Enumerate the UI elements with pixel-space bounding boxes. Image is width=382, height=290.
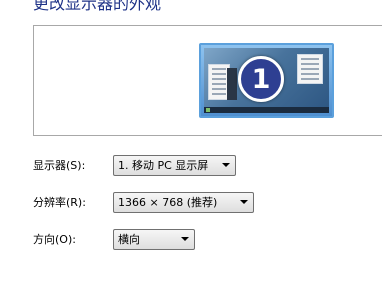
chevron-down-icon — [240, 200, 248, 204]
dark-window-thumbnail — [227, 68, 237, 100]
monitor-number-badge: 1 — [238, 56, 284, 102]
display-label: 显示器(S): — [33, 159, 86, 172]
resolution-select[interactable]: 1366 × 768 (推荐) — [113, 192, 254, 213]
orientation-select[interactable]: 横向 — [113, 229, 195, 250]
resolution-label: 分辨率(R): — [33, 196, 86, 209]
monitor-screen: 1 — [204, 48, 329, 113]
orientation-select-value: 横向 — [118, 233, 140, 246]
taskbar — [204, 107, 329, 113]
chevron-down-icon — [222, 163, 230, 167]
start-orb-icon — [206, 108, 210, 112]
page-title: 更改显示器的外观 — [33, 0, 162, 13]
orientation-label: 方向(O): — [33, 233, 76, 246]
chevron-down-icon — [181, 237, 189, 241]
resolution-select-value: 1366 × 768 (推荐) — [118, 196, 218, 209]
display-select-value: 1. 移动 PC 显示屏 — [118, 159, 209, 172]
window-thumbnail — [297, 54, 323, 84]
display-select[interactable]: 1. 移动 PC 显示屏 — [113, 155, 236, 176]
monitor-1-preview[interactable]: 1 — [199, 43, 334, 118]
